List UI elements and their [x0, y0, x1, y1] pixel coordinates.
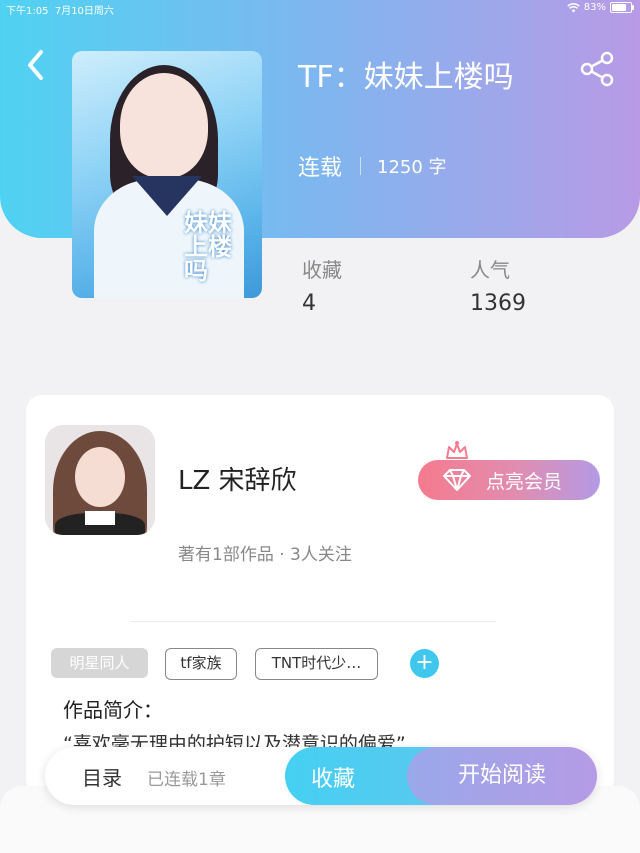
diamond-icon: [443, 469, 471, 491]
author-name[interactable]: LZ 宋辞欣: [178, 460, 297, 497]
toc-button[interactable]: 目录: [82, 762, 122, 791]
intro-heading: 作品简介：: [63, 698, 163, 722]
stat-favorites: 收藏 4: [302, 254, 342, 316]
chapter-count: 已连载1章: [147, 770, 226, 790]
status-right: 83%: [567, 2, 634, 13]
word-count: 1250 字: [377, 157, 447, 178]
author-meta: 著有1部作品 · 3人关注: [178, 545, 352, 565]
vip-button[interactable]: 点亮会员: [418, 460, 600, 500]
tag-category[interactable]: 明星同人: [51, 648, 148, 678]
vip-label: 点亮会员: [486, 470, 563, 493]
book-title: TF：妹妹上楼吗: [298, 60, 514, 95]
avatar[interactable]: [45, 425, 155, 535]
serial-status: 连载: [298, 156, 343, 181]
cover-title: 妹妹上楼吗: [184, 208, 232, 285]
book-meta: 连载 1250 字: [298, 150, 447, 182]
start-reading-button[interactable]: 开始阅读: [407, 747, 597, 805]
chevron-left-icon: [28, 50, 43, 80]
crown-icon: [446, 441, 468, 459]
status-bar: 下午1:05 7月10日周六 83%: [0, 0, 640, 18]
intro-text: “喜欢毫无理由的护短以及潜意识的偏爱”: [63, 733, 406, 747]
battery-percent: 83%: [583, 2, 606, 13]
stat-label: 人气: [470, 258, 510, 282]
share-button[interactable]: [578, 50, 618, 90]
stat-value: 4: [302, 291, 316, 316]
book-cover[interactable]: 妹妹上楼吗: [72, 51, 262, 298]
meta-divider: [360, 157, 362, 175]
tag-tf-family[interactable]: tf家族: [165, 648, 237, 680]
stat-value: 1369: [470, 291, 526, 316]
battery-icon: [610, 2, 634, 13]
stat-label: 收藏: [302, 258, 342, 282]
card-divider: [130, 621, 496, 622]
tag-tnt[interactable]: TNT时代少…: [255, 648, 378, 680]
stat-popularity: 人气 1369: [470, 254, 526, 316]
add-tag-button[interactable]: +: [410, 649, 439, 678]
status-time: 下午1:05 7月10日周六: [6, 6, 114, 17]
favorite-label: 收藏: [311, 767, 356, 792]
back-button[interactable]: [22, 48, 52, 82]
plus-icon: +: [415, 650, 434, 675]
share-icon: [580, 51, 614, 87]
wifi-icon: [567, 2, 580, 12]
